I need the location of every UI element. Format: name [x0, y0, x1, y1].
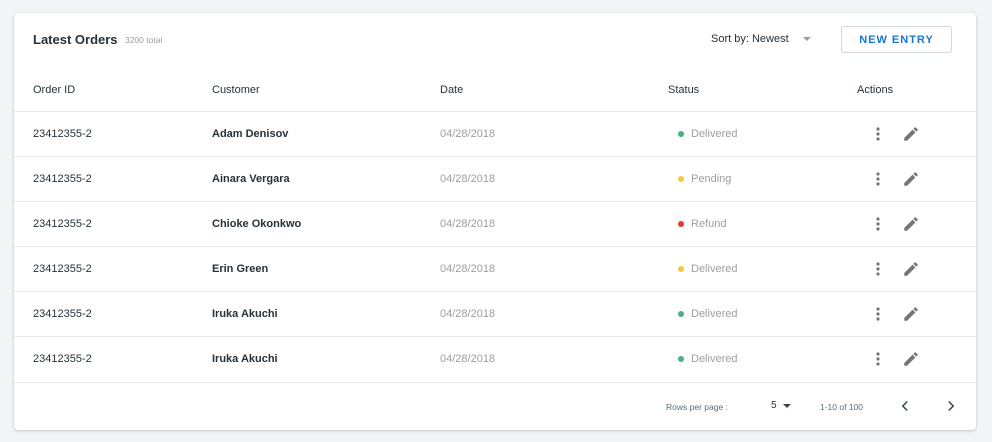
- rows-per-page-value: 5: [771, 400, 777, 411]
- more-vert-icon[interactable]: [872, 171, 884, 187]
- chevron-down-icon: [782, 403, 791, 408]
- customer-name: Ainara Vergara: [212, 173, 290, 185]
- customer-name: Iruka Akuchi: [212, 308, 278, 320]
- status-cell: Refund: [678, 218, 726, 230]
- status-text: Delivered: [691, 308, 738, 320]
- status-dot: [678, 131, 684, 137]
- order-date: 04/28/2018: [440, 263, 496, 275]
- column-header-date: Date: [440, 84, 464, 96]
- order-date: 04/28/2018: [440, 173, 496, 185]
- edit-icon[interactable]: [902, 170, 920, 188]
- status-cell: Delivered: [678, 128, 737, 140]
- edit-icon[interactable]: [902, 215, 920, 233]
- status-dot: [678, 356, 684, 362]
- status-cell: Delivered: [678, 308, 737, 320]
- edit-icon[interactable]: [902, 260, 920, 278]
- status-cell: Pending: [678, 173, 731, 185]
- order-date: 04/28/2018: [440, 353, 496, 365]
- more-vert-icon[interactable]: [872, 261, 884, 277]
- column-header-order-id: Order ID: [33, 84, 76, 96]
- edit-icon[interactable]: [902, 350, 920, 368]
- order-date: 04/28/2018: [440, 308, 496, 320]
- chevron-down-icon: [802, 37, 811, 41]
- new-entry-button[interactable]: NEW ENTRY: [841, 26, 952, 53]
- status-dot: [678, 311, 684, 317]
- table-row[interactable]: 23412355-2 Erin Green 04/28/2018 Deliver…: [14, 246, 976, 292]
- table-row[interactable]: 23412355-2 Iruka Akuchi 04/28/2018 Deliv…: [14, 291, 976, 337]
- table-row[interactable]: 23412355-2 Adam Denisov 04/28/2018 Deliv…: [14, 111, 976, 157]
- more-vert-icon[interactable]: [872, 216, 884, 232]
- total-count: 3200 total: [125, 35, 163, 45]
- status-text: Refund: [691, 218, 727, 230]
- card-title: Latest Orders: [33, 32, 118, 47]
- more-vert-icon[interactable]: [872, 306, 884, 322]
- more-vert-icon[interactable]: [872, 126, 884, 142]
- chevron-left-icon[interactable]: [896, 397, 914, 415]
- edit-icon[interactable]: [902, 125, 920, 143]
- status-dot: [678, 221, 684, 227]
- status-text: Delivered: [691, 128, 738, 140]
- status-dot: [678, 266, 684, 272]
- pagination-range: 1-10 of 100: [820, 402, 864, 412]
- table-row[interactable]: 23412355-2 Iruka Akuchi 04/28/2018 Deliv…: [14, 336, 976, 382]
- orders-card: Latest Orders 3200 total Sort by: Newest…: [14, 13, 976, 430]
- rows-per-page-label: Rows per page :: [666, 402, 728, 412]
- customer-name: Erin Green: [212, 263, 269, 275]
- more-vert-icon[interactable]: [872, 351, 884, 367]
- order-id: 23412355-2: [33, 308, 92, 320]
- customer-name: Chioke Okonkwo: [212, 218, 302, 230]
- status-text: Pending: [691, 173, 732, 185]
- status-text: Delivered: [691, 353, 738, 365]
- table-row[interactable]: 23412355-2 Ainara Vergara 04/28/2018 Pen…: [14, 156, 976, 202]
- rows-per-page-select[interactable]: 5: [771, 400, 791, 411]
- sort-label: Sort by: Newest: [711, 33, 789, 45]
- order-id: 23412355-2: [33, 263, 92, 275]
- status-cell: Delivered: [678, 263, 737, 275]
- column-header-status: Status: [668, 84, 700, 96]
- order-date: 04/28/2018: [440, 218, 496, 230]
- card-header: Latest Orders 3200 total Sort by: Newest…: [14, 13, 976, 68]
- chevron-right-icon[interactable]: [942, 397, 960, 415]
- order-id: 23412355-2: [33, 173, 92, 185]
- customer-name: Iruka Akuchi: [212, 353, 278, 365]
- column-header-customer: Customer: [212, 84, 260, 96]
- column-header-actions: Actions: [857, 84, 894, 96]
- status-cell: Delivered: [678, 353, 737, 365]
- customer-name: Adam Denisov: [212, 128, 289, 140]
- status-dot: [678, 176, 684, 182]
- sort-dropdown[interactable]: Sort by: Newest: [711, 33, 811, 45]
- order-date: 04/28/2018: [440, 128, 496, 140]
- status-text: Delivered: [691, 263, 738, 275]
- order-id: 23412355-2: [33, 128, 92, 140]
- edit-icon[interactable]: [902, 305, 920, 323]
- order-id: 23412355-2: [33, 218, 92, 230]
- pagination-footer: Rows per page : 5 1-10 of 100: [14, 382, 976, 431]
- table-row[interactable]: 23412355-2 Chioke Okonkwo 04/28/2018 Ref…: [14, 201, 976, 247]
- order-id: 23412355-2: [33, 353, 92, 365]
